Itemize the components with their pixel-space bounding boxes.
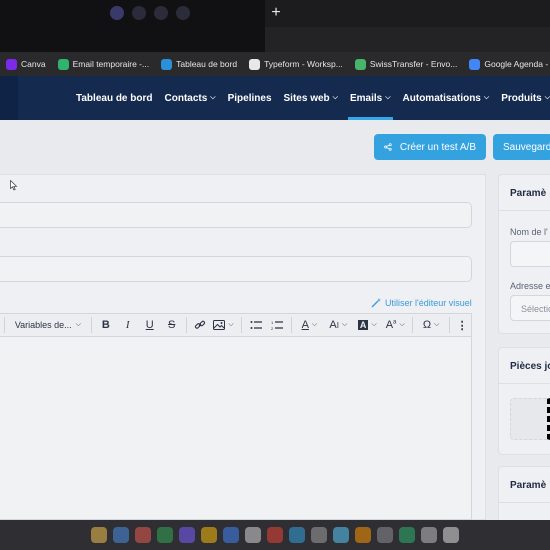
address-bar[interactable] xyxy=(265,27,550,52)
special-char-icon[interactable]: Ω ⌵ xyxy=(416,313,446,337)
active-tab[interactable] xyxy=(0,0,265,52)
nav-item-automatisations[interactable]: Automatisations ⌵ xyxy=(397,76,496,120)
bookmark-label: Google Agenda - Se... xyxy=(484,59,550,69)
bookmark-favicon-icon xyxy=(249,58,261,70)
variables-label: Variables de... xyxy=(14,320,72,330)
bookmarks-bar: Canva Email temporaire -... Tableau de bor… xyxy=(0,52,550,76)
settings-title: Paramè xyxy=(510,188,547,199)
bookmark-label: Tableau de bord xyxy=(176,59,238,69)
address-select[interactable]: Sélection xyxy=(510,295,550,321)
address-placeholder: Sélection xyxy=(521,304,550,314)
card-divider xyxy=(498,210,550,211)
bookmark-favicon-icon xyxy=(6,58,17,70)
rich-text-toolbar: Variables de... ⌵ B I U S ⌵ 12 A ⌵ AI ⌵ A ⌵… xyxy=(0,313,472,337)
nav-item-pipelines[interactable]: Pipelines xyxy=(222,76,278,120)
chevron-down-icon: ⌵ xyxy=(544,94,550,101)
bookmark-label: SwissTransfer - Envo... xyxy=(369,59,458,69)
toolbar-separator xyxy=(449,317,451,333)
bookmark-label: Typeform - Worksp... xyxy=(264,59,343,69)
bold-icon[interactable]: B xyxy=(95,313,117,337)
share-nodes-icon xyxy=(384,143,392,151)
svg-text:2: 2 xyxy=(271,326,274,330)
use-visual-editor-link[interactable]: Utiliser l'éditeur visuel xyxy=(371,297,472,308)
chevron-down-icon: ⌵ xyxy=(210,94,216,101)
toolbar-separator xyxy=(291,317,293,333)
nav-item-label: Emails xyxy=(349,92,383,104)
nav-item-label: Sites web xyxy=(283,92,330,104)
nav-item-label: Produits xyxy=(501,92,542,104)
strikethrough-icon[interactable]: S xyxy=(161,313,183,337)
italic-icon[interactable]: I xyxy=(117,313,139,337)
nav-item-tableau-de-bord[interactable]: Tableau de bord xyxy=(70,76,159,120)
email-body-editor[interactable] xyxy=(0,337,472,520)
nav-item-sites-web[interactable]: Sites web ⌵ xyxy=(278,76,344,120)
bookmark-item[interactable]: SwissTransfer - Envo... xyxy=(349,52,464,76)
new-tab-button[interactable]: + xyxy=(268,4,284,22)
nav-item-label: Tableau de bord xyxy=(76,92,153,104)
bookmark-item[interactable]: Typeform - Worksp... xyxy=(243,52,349,76)
toolbar-separator xyxy=(185,317,187,333)
bullet-list-icon[interactable] xyxy=(245,313,267,337)
link-icon[interactable] xyxy=(190,313,210,337)
attachments-title: Pièces jo xyxy=(510,361,550,372)
toolbar-separator xyxy=(90,317,92,333)
nav-item-emails[interactable]: Emails ⌵ xyxy=(344,76,397,120)
save-button[interactable]: Sauvegard xyxy=(493,134,550,160)
card-divider xyxy=(498,383,550,384)
font-size-icon[interactable]: AI ⌵ xyxy=(323,313,353,337)
bookmark-item[interactable]: Email temporaire -... xyxy=(52,52,156,76)
bookmark-label: Email temporaire -... xyxy=(72,59,150,69)
svg-text:1: 1 xyxy=(271,320,274,325)
chevron-down-icon: ⌵ xyxy=(332,94,338,101)
save-label: Sauvegard xyxy=(503,141,550,153)
name-input[interactable] xyxy=(510,241,550,267)
visual-editor-label: Utiliser l'éditeur visuel xyxy=(385,297,472,308)
toolbar-separator xyxy=(412,317,414,333)
email-field-2[interactable] xyxy=(0,256,472,282)
nav-item-label: Automatisations xyxy=(402,92,481,104)
magic-wand-icon xyxy=(371,298,381,308)
mouse-cursor-icon xyxy=(10,180,18,191)
bookmark-favicon-icon xyxy=(354,58,366,70)
bookmark-favicon-icon xyxy=(161,58,173,70)
bookmark-favicon-icon xyxy=(57,58,69,70)
nav-item-label: Pipelines xyxy=(227,92,272,104)
chevron-down-icon: ⌵ xyxy=(75,321,81,328)
main-nav: Tableau de bord Contacts ⌵ Pipelines Sites w… xyxy=(70,76,550,120)
chevron-down-icon: ⌵ xyxy=(483,94,490,101)
brand-logo[interactable] xyxy=(0,76,18,120)
toolbar-separator xyxy=(4,317,5,333)
bookmark-item[interactable]: Google Agenda - Se... xyxy=(463,52,550,76)
bookmark-item[interactable]: Canva xyxy=(0,52,52,76)
create-ab-test-button[interactable]: Créer un test A/B xyxy=(374,134,486,160)
nav-item-contacts[interactable]: Contacts ⌵ xyxy=(159,76,222,120)
chevron-down-icon: ⌵ xyxy=(385,94,391,101)
name-label: Nom de l' xyxy=(510,227,548,237)
more-icon[interactable]: ⋮ xyxy=(453,313,471,337)
card-divider xyxy=(498,502,550,503)
bookmark-label: Canva xyxy=(21,59,46,69)
address-label: Adresse e xyxy=(510,281,550,291)
settings-title-2: Paramè xyxy=(510,480,547,491)
text-color-icon[interactable]: A ⌵ xyxy=(295,313,323,337)
settings-card-2 xyxy=(498,466,550,526)
variables-dropdown[interactable]: Variables de... ⌵ xyxy=(8,313,88,337)
email-field-1[interactable] xyxy=(0,202,472,228)
underline-icon[interactable]: U xyxy=(139,313,161,337)
tab-icons xyxy=(110,6,190,20)
numbered-list-icon[interactable]: 12 xyxy=(266,313,288,337)
text-style-icon[interactable]: Aa ⌵ xyxy=(381,313,409,337)
os-taskbar xyxy=(0,520,550,550)
nav-item-produits[interactable]: Produits ⌵ xyxy=(495,76,550,120)
ab-test-label: Créer un test A/B xyxy=(399,141,476,153)
bookmark-item[interactable]: Tableau de bord xyxy=(155,52,243,76)
bookmark-favicon-icon xyxy=(469,58,481,70)
image-icon[interactable]: ⌵ xyxy=(210,313,238,337)
nav-item-label: Contacts xyxy=(164,92,208,104)
highlight-icon[interactable]: A ⌵ xyxy=(353,313,381,337)
toolbar-separator xyxy=(240,317,242,333)
attachments-dropzone[interactable] xyxy=(510,398,550,440)
